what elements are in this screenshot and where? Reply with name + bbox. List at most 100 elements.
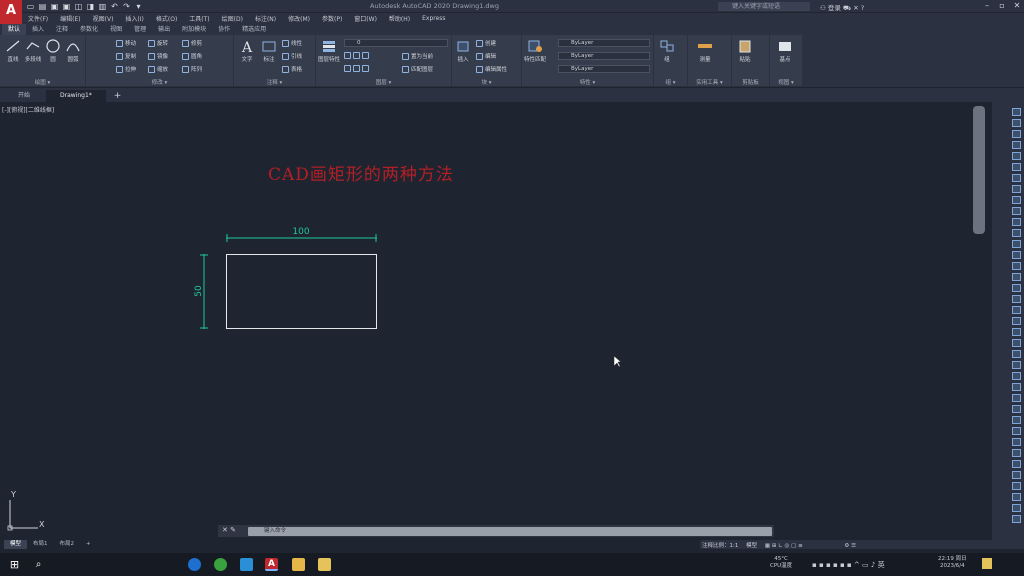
circle-tool[interactable]: 圆: [42, 39, 64, 63]
polyline-tool[interactable]: 多段线: [22, 39, 44, 63]
right-toolbar-tool-icon[interactable]: [1012, 427, 1021, 435]
right-toolbar-tool-icon[interactable]: [1012, 108, 1021, 116]
menu-item[interactable]: 插入(I): [119, 14, 149, 23]
right-toolbar-tool-icon[interactable]: [1012, 152, 1021, 160]
cpu-temp-widget[interactable]: 45°C CPU温度: [770, 556, 792, 570]
draw-panel-title[interactable]: 绘图 ▾: [0, 78, 85, 86]
ribbon-tab[interactable]: 精选应用: [236, 24, 272, 35]
command-input[interactable]: 键入命令: [248, 527, 772, 536]
right-toolbar-tool-icon[interactable]: [1012, 328, 1021, 336]
stretch-tool[interactable]: 拉伸: [116, 65, 136, 73]
linear-dim-tool[interactable]: 线性: [282, 39, 302, 47]
windows-start-icon[interactable]: ⊞: [8, 558, 21, 571]
folder-icon[interactable]: [318, 558, 331, 571]
paste-tool[interactable]: 粘贴: [734, 39, 756, 63]
tray-icon[interactable]: ▪: [812, 561, 817, 569]
right-toolbar-tool-icon[interactable]: [1012, 251, 1021, 259]
linetype-dropdown[interactable]: ByLayer: [558, 52, 650, 60]
tray-icon[interactable]: ▪: [847, 561, 852, 569]
layer-tools-row1[interactable]: [344, 52, 371, 59]
right-toolbar-tool-icon[interactable]: [1012, 119, 1021, 127]
layout-tab[interactable]: 布局1: [27, 540, 54, 549]
close-command-icon[interactable]: ✕: [222, 526, 228, 534]
tray-icon[interactable]: ▪: [819, 561, 824, 569]
mirror-tool[interactable]: 镜像: [148, 52, 168, 60]
menu-item[interactable]: 参数(P): [316, 14, 348, 23]
autocad-logo-icon[interactable]: A: [0, 0, 22, 24]
save-icon[interactable]: ▣: [50, 2, 59, 11]
right-toolbar-tool-icon[interactable]: [1012, 273, 1021, 281]
dimension-tool[interactable]: 标注: [258, 39, 280, 63]
annotation-panel-title[interactable]: 注释 ▾: [234, 78, 315, 86]
file-explorer-icon[interactable]: [292, 558, 305, 571]
right-toolbar-tool-icon[interactable]: [1012, 361, 1021, 369]
right-toolbar-tool-icon[interactable]: [1012, 163, 1021, 171]
customize-command-icon[interactable]: ✎: [230, 526, 236, 534]
view-panel-title[interactable]: 视图 ▾: [770, 78, 802, 86]
taskbar-clock[interactable]: 22:19 周日 2023/6/4: [938, 556, 967, 570]
right-toolbar-tool-icon[interactable]: [1012, 482, 1021, 490]
menu-item[interactable]: 窗口(W): [348, 14, 383, 23]
layout-tab[interactable]: 布局2: [54, 540, 81, 549]
right-toolbar-tool-icon[interactable]: [1012, 218, 1021, 226]
array-tool[interactable]: 阵列: [182, 65, 202, 73]
fillet-tool[interactable]: 圆角: [182, 52, 202, 60]
gear-icon[interactable]: ⚙: [844, 543, 849, 549]
clipboard-panel-title[interactable]: 剪贴板: [732, 78, 769, 86]
ribbon-tab[interactable]: 附加模块: [176, 24, 212, 35]
current-layer-dropdown[interactable]: 0: [344, 39, 448, 47]
menu-item[interactable]: 修改(M): [282, 14, 316, 23]
autocad-taskbar-icon[interactable]: A: [265, 558, 278, 571]
block-panel-title[interactable]: 块 ▾: [452, 78, 521, 86]
properties-panel-title[interactable]: 特性 ▾: [522, 78, 653, 86]
right-toolbar-tool-icon[interactable]: [1012, 207, 1021, 215]
workspace-dropdown-icon[interactable]: ▾: [134, 2, 143, 11]
notification-icon[interactable]: [982, 558, 992, 569]
right-toolbar-tool-icon[interactable]: [1012, 449, 1021, 457]
right-toolbar-tool-icon[interactable]: [1012, 515, 1021, 523]
chevron-up-icon[interactable]: ^: [854, 561, 860, 569]
maximize-button[interactable]: ▫: [995, 1, 1009, 10]
scale-tool[interactable]: 缩放: [148, 65, 168, 73]
menu-item[interactable]: 文件(F): [22, 14, 54, 23]
ribbon-tab[interactable]: 插入: [26, 24, 50, 35]
osnap-icon[interactable]: ▢: [791, 543, 796, 549]
lineweight-icon[interactable]: ≡: [798, 543, 803, 549]
cart-icon[interactable]: ⛟: [843, 4, 851, 12]
menu-item[interactable]: 标注(N): [249, 14, 282, 23]
edge-browser-icon[interactable]: [188, 558, 201, 571]
edit-block-tool[interactable]: 编辑: [476, 52, 496, 60]
line-tool[interactable]: 直线: [2, 39, 24, 63]
group-tool[interactable]: 组: [656, 39, 678, 63]
help-search-input[interactable]: 键入关键字或短语: [718, 2, 810, 11]
right-toolbar-tool-icon[interactable]: [1012, 130, 1021, 138]
system-tray[interactable]: ▪ ▪ ▪ ▪ ▪ ▪ ^ ▭ ♪ 英: [812, 560, 885, 570]
right-toolbar-tool-icon[interactable]: [1012, 295, 1021, 303]
right-toolbar-tool-icon[interactable]: [1012, 394, 1021, 402]
ime-icon[interactable]: 英: [878, 561, 885, 569]
minimize-button[interactable]: –: [980, 1, 994, 10]
ortho-icon[interactable]: ∟: [778, 543, 783, 549]
document-tab[interactable]: Drawing1*: [46, 90, 106, 102]
right-toolbar-tool-icon[interactable]: [1012, 317, 1021, 325]
print-icon[interactable]: ▥: [98, 2, 107, 11]
menu-item[interactable]: 格式(O): [150, 14, 183, 23]
network-icon[interactable]: ▭: [862, 561, 869, 569]
lineweight-dropdown[interactable]: ByLayer: [558, 65, 650, 73]
polar-icon[interactable]: ◎: [785, 543, 790, 549]
user-login[interactable]: ⚇ 登录 ⛟ ✕ ?: [820, 2, 864, 13]
right-toolbar-tool-icon[interactable]: [1012, 174, 1021, 182]
annotation-scale[interactable]: 注释比例：1:1 模型 ▦ ⊞ ∟ ◎ ▢ ≡ ⚙ ☰: [702, 541, 856, 549]
right-toolbar-tool-icon[interactable]: [1012, 141, 1021, 149]
insert-block-tool[interactable]: 插入: [452, 39, 474, 63]
ribbon-tab[interactable]: 注释: [50, 24, 74, 35]
layout-tab[interactable]: 模型: [4, 540, 28, 549]
move-tool[interactable]: 移动: [116, 39, 136, 47]
right-toolbar-tool-icon[interactable]: [1012, 262, 1021, 270]
right-toolbar-tool-icon[interactable]: [1012, 493, 1021, 501]
right-toolbar-tool-icon[interactable]: [1012, 185, 1021, 193]
table-tool[interactable]: 表格: [282, 65, 302, 73]
ribbon-tab[interactable]: 默认: [2, 24, 27, 35]
customize-status-icon[interactable]: ☰: [851, 543, 856, 549]
arc-tool[interactable]: 圆弧: [62, 39, 84, 63]
